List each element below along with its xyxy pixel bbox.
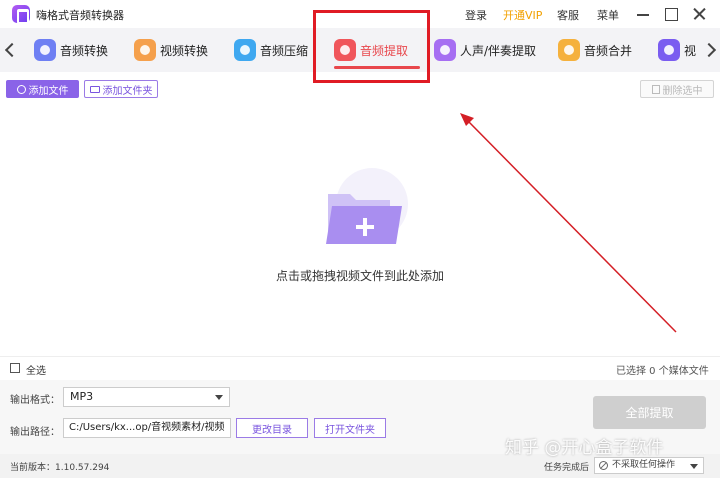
file-drop-zone[interactable]: 点击或拖拽视频文件到此处添加: [0, 104, 720, 356]
tab-label: 视: [684, 43, 697, 58]
vip-link[interactable]: 开通VIP: [503, 7, 542, 23]
close-icon[interactable]: [690, 5, 708, 23]
delete-selected-button[interactable]: 删除选中: [640, 80, 714, 98]
service-link[interactable]: 客服: [557, 7, 579, 23]
tab-video[interactable]: 视: [658, 28, 696, 72]
audio-merge-icon: [558, 39, 580, 61]
version-text: 当前版本：1.10.57.294: [10, 463, 110, 473]
add-folder-label: 添加文件夹: [102, 85, 153, 97]
tab-vocal-separate[interactable]: 人声/伴奏提取: [434, 28, 536, 72]
login-link[interactable]: 登录: [465, 7, 487, 23]
format-select[interactable]: MP3: [63, 387, 230, 407]
select-all-checkbox[interactable]: [10, 363, 20, 373]
audio-compress-icon: [234, 39, 256, 61]
output-path-input[interactable]: C:/Users/kx...op/音视频素材/视频: [63, 418, 231, 438]
headphones-icon: [34, 39, 56, 61]
selection-bar: 全选 已选择 0 个媒体文件: [0, 356, 720, 380]
extract-all-button[interactable]: 全部提取: [593, 396, 706, 429]
delete-selected-label: 删除选中: [662, 85, 703, 97]
tab-audio-convert[interactable]: 音频转换: [34, 28, 108, 72]
format-value: MP3: [70, 390, 94, 403]
annotation-highlight-box: [313, 10, 430, 83]
maximize-icon[interactable]: [662, 5, 680, 23]
menu-link[interactable]: 菜单: [597, 7, 619, 23]
trash-icon: [651, 84, 660, 94]
after-task-value: 不采取任何操作: [612, 460, 676, 470]
tab-audio-compress[interactable]: 音频压缩: [234, 28, 308, 72]
after-task-label: 任务完成后: [544, 463, 590, 473]
change-dir-button[interactable]: 更改目录: [236, 418, 308, 438]
after-task-select[interactable]: 不采取任何操作: [594, 457, 704, 474]
app-title: 嗨格式音频转换器: [36, 9, 124, 22]
tab-label: 视频转换: [160, 43, 209, 58]
selected-count: 已选择 0 个媒体文件: [616, 366, 709, 377]
add-file-label: 添加文件: [28, 85, 69, 97]
tab-audio-merge[interactable]: 音频合并: [558, 28, 632, 72]
drop-hint-text: 点击或拖拽视频文件到此处添加: [275, 269, 444, 283]
format-label: 输出格式：: [10, 395, 60, 406]
minimize-icon[interactable]: [634, 5, 652, 23]
path-label: 输出路径：: [10, 427, 60, 438]
video-icon: [658, 39, 680, 61]
tab-video-convert[interactable]: 视频转换: [134, 28, 208, 72]
watermark-text: 知乎 @开心盒子软件: [505, 438, 664, 458]
open-folder-button[interactable]: 打开文件夹: [314, 418, 386, 438]
chevron-down-icon: [215, 395, 223, 400]
chevron-right-icon[interactable]: [704, 40, 718, 60]
vocal-separate-icon: [434, 39, 456, 61]
tab-label: 人声/伴奏提取: [460, 43, 537, 58]
app-logo-icon: [12, 5, 30, 24]
video-play-icon: [134, 39, 156, 61]
add-folder-illustration-icon: [326, 168, 408, 244]
ban-icon: [599, 461, 608, 470]
chevron-left-icon[interactable]: [2, 40, 16, 60]
tab-label: 音频压缩: [260, 43, 309, 58]
add-folder-button[interactable]: 添加文件夹: [84, 80, 158, 98]
add-file-button[interactable]: 添加文件: [6, 80, 79, 98]
chevron-down-icon: [690, 464, 698, 469]
select-all-label: 全选: [26, 366, 46, 377]
plus-icon: [16, 84, 26, 94]
folder-icon: [89, 85, 100, 93]
tab-label: 音频合并: [584, 43, 633, 58]
tab-label: 音频转换: [60, 43, 109, 58]
